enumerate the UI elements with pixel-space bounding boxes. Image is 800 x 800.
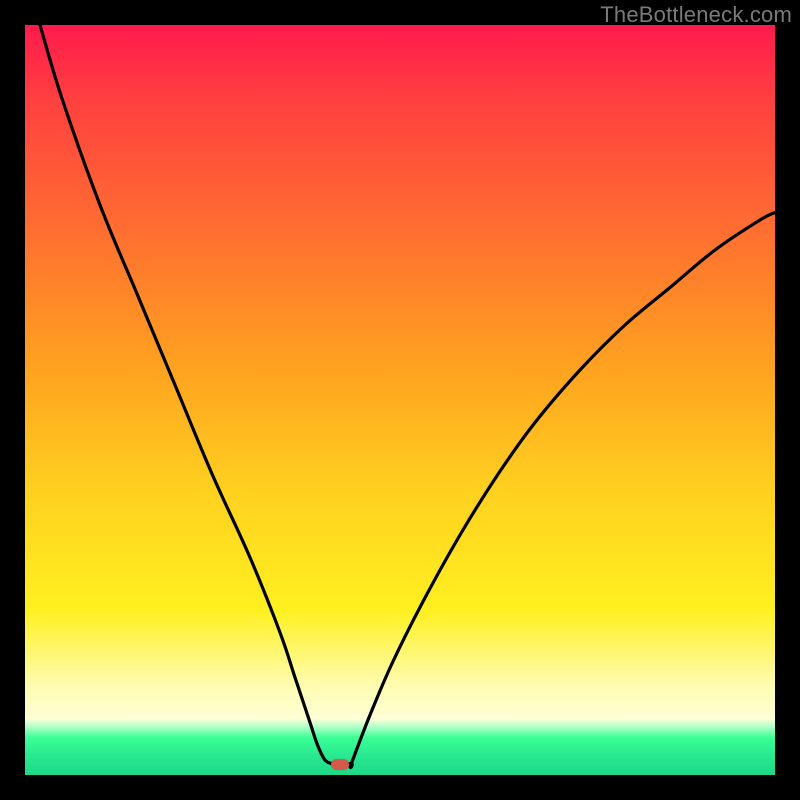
chart-plot-area <box>25 25 775 775</box>
chart-frame: TheBottleneck.com <box>0 0 800 800</box>
bottleneck-marker <box>331 759 349 770</box>
watermark-text: TheBottleneck.com <box>600 2 792 28</box>
bottleneck-curve <box>25 25 775 775</box>
